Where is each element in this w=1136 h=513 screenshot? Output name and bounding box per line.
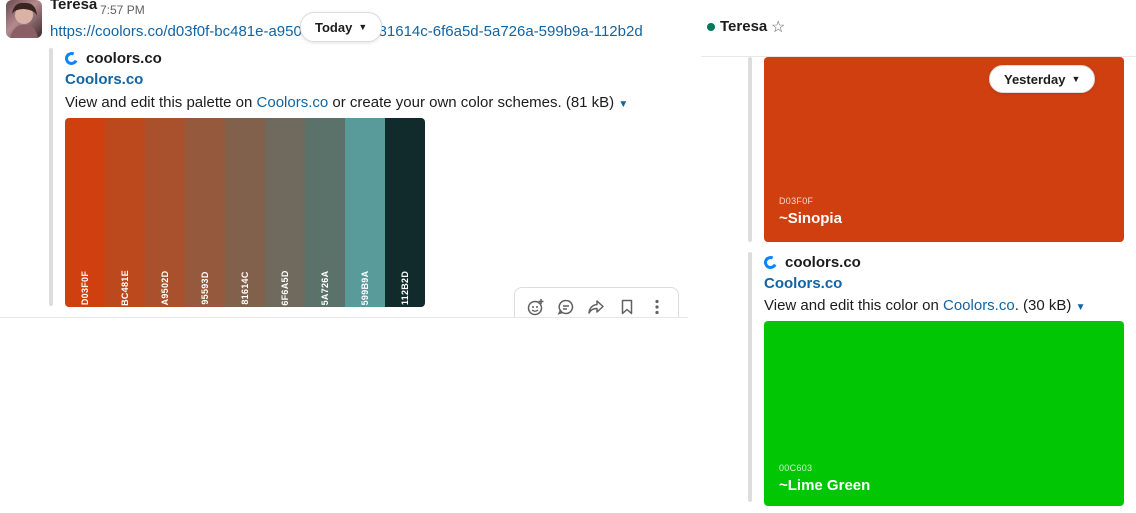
attachment-description: View and edit this color on Coolors.co. …: [764, 296, 1085, 318]
message-pane-right: Teresa ☆ D03F0F ~Sinopia Yesterday ▼ coo…: [701, 0, 1136, 513]
pane-divider: [0, 317, 688, 318]
color-name: ~Lime Green: [779, 477, 871, 494]
date-pill-label: Yesterday: [1004, 71, 1066, 87]
attachment-site-row: coolors.co: [762, 252, 861, 272]
color-hex: 00C603: [779, 463, 813, 473]
reply-thread-icon[interactable]: [553, 294, 579, 318]
palette-swatch[interactable]: 599B9A: [345, 118, 385, 307]
palette-swatch[interactable]: A9502D: [145, 118, 185, 307]
message-actions-toolbar: [514, 287, 679, 318]
attachment-site-row: coolors.co: [63, 48, 162, 68]
color-name: ~Sinopia: [779, 210, 842, 227]
presence-active-icon: [707, 23, 715, 31]
color-hex: D03F0F: [779, 196, 814, 206]
attachment-site-name: coolors.co: [86, 49, 162, 67]
attachment-quote-bar: [748, 57, 752, 242]
chevron-down-icon: ▼: [358, 22, 368, 32]
attachment-title[interactable]: Coolors.co: [65, 71, 143, 88]
color-card-lime-green[interactable]: 00C603 ~Lime Green: [764, 321, 1124, 506]
share-icon[interactable]: [583, 294, 609, 318]
channel-header-name[interactable]: Teresa: [720, 17, 767, 37]
swatch-hex-label: 6F6A5D: [280, 270, 290, 306]
palette-swatch[interactable]: 5A726A: [305, 118, 345, 307]
star-icon[interactable]: ☆: [771, 17, 785, 37]
swatch-hex-label: 5A726A: [320, 270, 330, 306]
swatch-hex-label: 599B9A: [360, 270, 370, 306]
coolors-logo-icon: [63, 49, 80, 67]
collapse-caret-icon[interactable]: ▼: [618, 99, 628, 110]
swatch-hex-label: 95593D: [200, 271, 210, 305]
palette-swatch[interactable]: 6F6A5D: [265, 118, 305, 307]
swatch-hex-label: 81614C: [240, 271, 250, 305]
avatar[interactable]: [6, 0, 42, 38]
date-pill-label: Today: [315, 19, 353, 35]
desc-link[interactable]: Coolors.co: [257, 94, 329, 111]
swatch-hex-label: D03F0F: [80, 270, 90, 306]
date-divider-today[interactable]: Today ▼: [300, 12, 383, 42]
chevron-down-icon: ▼: [1071, 74, 1081, 84]
swatch-hex-label: BC481E: [120, 270, 130, 306]
desc-suffix: or create your own color schemes. (81 kB…: [328, 94, 615, 111]
swatch-hex-label: 112B2D: [400, 270, 410, 306]
palette-swatch[interactable]: 95593D: [185, 118, 225, 307]
date-divider-yesterday[interactable]: Yesterday ▼: [989, 65, 1096, 93]
desc-suffix: . (30 kB): [1014, 297, 1072, 314]
timestamp[interactable]: 7:57 PM: [100, 2, 145, 18]
add-reaction-icon[interactable]: [523, 294, 549, 318]
desc-prefix: View and edit this palette on: [65, 94, 257, 111]
attachment-quote-bar: [748, 252, 752, 502]
more-actions-icon[interactable]: [644, 294, 670, 318]
palette-swatch[interactable]: 81614C: [225, 118, 265, 307]
desc-link[interactable]: Coolors.co: [943, 297, 1015, 314]
palette-image[interactable]: D03F0F BC481E A9502D 95593D 81614C 6F6A5D 5A72…: [65, 118, 425, 307]
attachment-site-name: coolors.co: [785, 253, 861, 271]
channel-header: Teresa ☆: [701, 0, 1136, 57]
swatch-hex-label: A9502D: [160, 270, 170, 306]
palette-swatch[interactable]: D03F0F: [65, 118, 105, 307]
coolors-logo-icon: [762, 253, 779, 271]
sender-name[interactable]: Teresa: [50, 0, 97, 14]
palette-swatch[interactable]: BC481E: [105, 118, 145, 307]
attachment-title[interactable]: Coolors.co: [764, 275, 842, 292]
bookmark-icon[interactable]: [614, 294, 640, 318]
attachment-description: View and edit this palette on Coolors.co…: [65, 93, 628, 115]
attachment-quote-bar: [49, 48, 53, 306]
collapse-caret-icon[interactable]: ▼: [1076, 302, 1086, 313]
desc-prefix: View and edit this color on: [764, 297, 943, 314]
message-pane-left: Teresa 7:57 PM https://coolors.co/d03f0f…: [0, 0, 688, 318]
palette-swatch[interactable]: 112B2D: [385, 118, 425, 307]
